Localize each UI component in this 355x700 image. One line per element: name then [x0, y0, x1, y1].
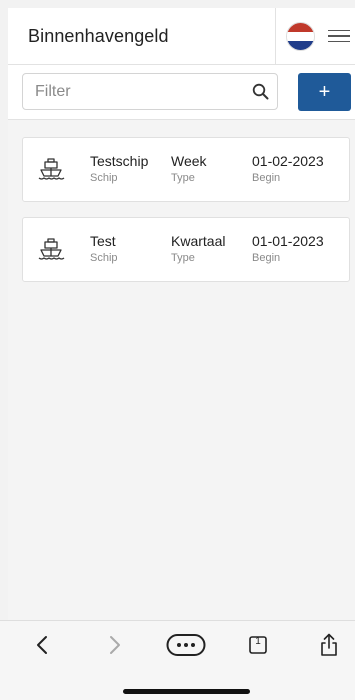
search-icon[interactable]	[243, 83, 277, 100]
ship-label: Schip	[90, 172, 118, 184]
type-column: Week Type	[171, 153, 207, 185]
forward-icon[interactable]	[105, 633, 125, 657]
back-icon[interactable]	[32, 633, 52, 657]
type-column: Kwartaal Type	[171, 233, 225, 265]
list-item[interactable]: Test Schip Kwartaal Type 01-01-2023 Begi…	[22, 217, 350, 282]
tabs-icon[interactable]: 1	[248, 633, 268, 657]
tabs-count: 1	[255, 636, 261, 647]
ship-column: Testschip Schip	[90, 153, 148, 185]
begin-column: 01-01-2023 Begin	[252, 233, 324, 265]
list-item[interactable]: Testschip Schip Week Type 01-02-2023 Beg…	[22, 137, 350, 202]
ship-value: Test	[90, 233, 116, 249]
ship-label: Schip	[90, 252, 118, 264]
begin-value: 01-02-2023	[252, 153, 324, 169]
filter-field	[22, 73, 278, 110]
home-indicator	[123, 689, 250, 694]
browser-toolbar: 1	[0, 620, 355, 700]
begin-label: Begin	[252, 252, 281, 264]
more-options-icon[interactable]	[166, 633, 206, 657]
hamburger-menu-icon[interactable]	[328, 29, 350, 43]
header-divider	[275, 7, 276, 65]
ship-value: Testschip	[90, 153, 149, 169]
filter-input[interactable]	[35, 82, 243, 101]
page-title: Binnenhavengeld	[28, 25, 169, 46]
type-value: Kwartaal	[171, 233, 226, 249]
ship-icon	[37, 156, 65, 189]
type-label: Type	[171, 252, 195, 264]
app-header: Binnenhavengeld	[8, 7, 355, 65]
begin-label: Begin	[252, 172, 281, 184]
filter-toolbar: +	[8, 65, 355, 120]
begin-value: 01-01-2023	[252, 233, 324, 249]
share-icon[interactable]	[318, 633, 340, 657]
ship-icon	[37, 236, 65, 269]
type-label: Type	[171, 172, 195, 184]
ship-column: Test Schip	[90, 233, 118, 265]
begin-column: 01-02-2023 Begin	[252, 153, 324, 185]
add-button[interactable]: +	[298, 73, 351, 111]
language-flag-icon[interactable]	[286, 21, 315, 51]
type-value: Week	[171, 153, 207, 169]
